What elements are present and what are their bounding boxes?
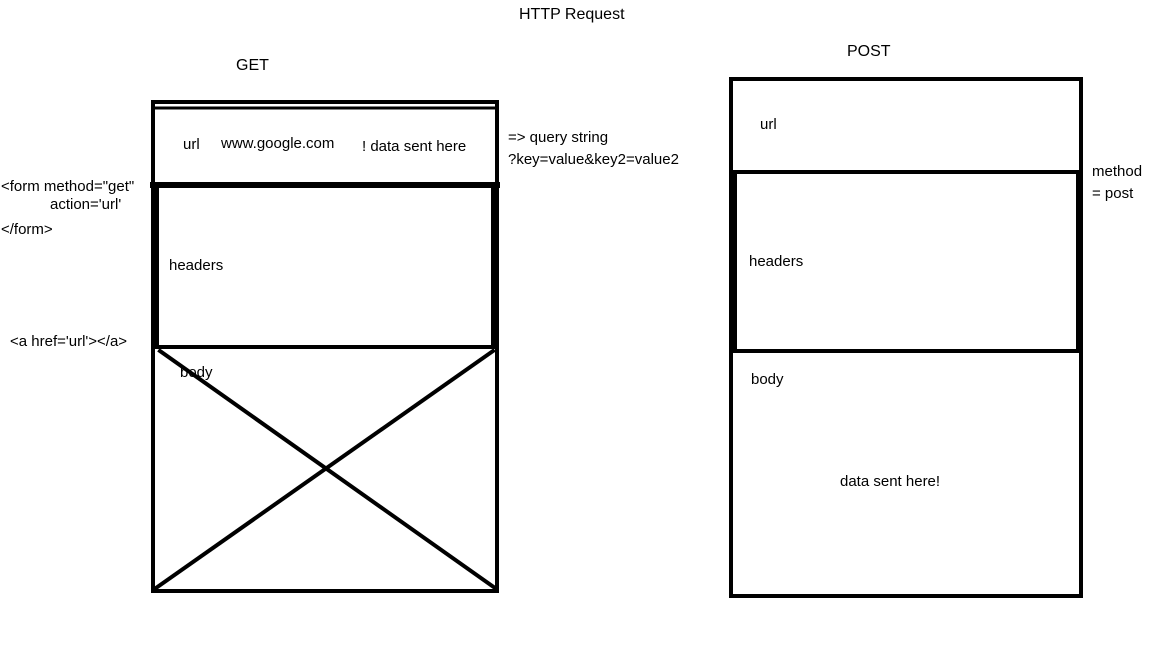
get-heading: GET xyxy=(236,57,269,74)
get-request-box xyxy=(150,100,500,593)
get-url-label: url xyxy=(183,136,200,153)
get-url-note: ! data sent here xyxy=(362,138,467,155)
post-body-label: body xyxy=(751,371,784,388)
form-tag-line2: action='url' xyxy=(50,196,122,213)
anchor-tag-note: <a href='url'></a> xyxy=(10,333,128,350)
post-url-label: url xyxy=(760,116,777,133)
post-heading: POST xyxy=(847,43,891,60)
get-body-label: body xyxy=(180,364,213,381)
post-outer-frame xyxy=(729,77,1083,598)
method-post-note-line2: = post xyxy=(1092,185,1134,202)
post-body-note: data sent here! xyxy=(840,473,941,490)
diagram-canvas xyxy=(150,77,1083,598)
form-tag-line1: <form method="get" xyxy=(1,178,135,195)
diagram-title: HTTP Request xyxy=(519,6,625,23)
post-request-box xyxy=(729,77,1083,598)
form-tag-line3: </form> xyxy=(1,221,53,238)
query-string-note-line2: ?key=value&key2=value2 xyxy=(508,151,679,168)
query-string-note-line1: => query string xyxy=(508,129,609,146)
post-headers-label: headers xyxy=(749,253,804,270)
method-post-note-line1: method xyxy=(1092,163,1143,180)
get-url-value: www.google.com xyxy=(221,135,335,152)
get-headers-label: headers xyxy=(169,257,224,274)
